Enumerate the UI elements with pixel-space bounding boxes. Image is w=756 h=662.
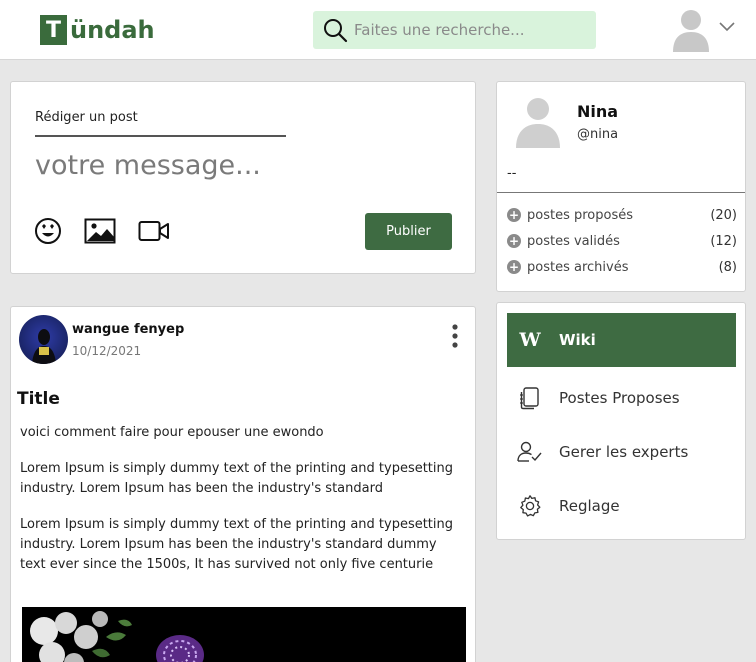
search-input[interactable] (354, 21, 584, 39)
stat-count: (8) (718, 259, 737, 275)
author-avatar[interactable] (19, 315, 68, 364)
logo-mark: T (40, 15, 67, 45)
profile-bio: -- (507, 166, 517, 181)
video-icon[interactable] (138, 219, 170, 243)
stat-count: (12) (710, 233, 737, 249)
gear-icon (517, 494, 543, 518)
top-bar: T ündah (0, 0, 756, 60)
stat-archived[interactable]: + postes archivés (8) (507, 257, 737, 277)
post-author[interactable]: wangue fenyep (72, 322, 184, 337)
more-options-icon[interactable] (452, 324, 458, 348)
emoji-icon[interactable] (34, 217, 62, 245)
stat-label: postes validés (527, 233, 620, 249)
message-input[interactable]: votre message... (35, 150, 261, 181)
plus-icon: + (507, 208, 521, 222)
compose-divider (35, 135, 286, 137)
post-paragraph: Lorem Ipsum is simply dummy text of the … (20, 517, 454, 572)
post-title: Title (17, 389, 60, 409)
publish-button[interactable]: Publier (365, 213, 452, 250)
post-paragraph: voici comment faire pour epouser une ewo… (20, 425, 324, 440)
menu-item-reglage[interactable]: Reglage (507, 479, 735, 533)
stat-count: (20) (710, 207, 737, 223)
search-bar[interactable] (313, 11, 596, 49)
logo-text: ündah (70, 16, 155, 44)
user-avatar-icon[interactable] (672, 8, 710, 52)
menu-item-label: Gerer les experts (559, 443, 689, 461)
profile-name: Nina (577, 102, 619, 121)
post-date: 10/12/2021 (72, 344, 142, 358)
stat-label: postes archivés (527, 259, 629, 275)
nav-menu: W Wiki Postes Proposes Gerer les experts (496, 302, 746, 540)
compose-card: Rédiger un post votre message... Publier (10, 81, 476, 274)
plus-icon: + (507, 234, 521, 248)
post-paragraph: Lorem Ipsum is simply dummy text of the … (20, 461, 454, 496)
menu-item-gerer-experts[interactable]: Gerer les experts (507, 425, 735, 479)
chevron-down-icon[interactable] (718, 20, 736, 32)
menu-item-label: Reglage (559, 497, 620, 515)
profile-card: Nina @nina -- + postes proposés (20) + p… (496, 81, 746, 292)
logo[interactable]: T ündah (40, 15, 155, 45)
plus-icon: + (507, 260, 521, 274)
post-card: wangue fenyep 10/12/2021 Title voici com… (10, 306, 476, 662)
image-icon[interactable] (84, 217, 116, 245)
menu-item-wiki[interactable]: W Wiki (507, 313, 736, 367)
compose-label: Rédiger un post (35, 110, 138, 125)
menu-item-label: Postes Proposes (559, 389, 680, 407)
documents-icon (517, 386, 543, 410)
profile-avatar[interactable] (513, 96, 563, 148)
menu-item-postes-proposes[interactable]: Postes Proposes (507, 371, 735, 425)
stat-validated[interactable]: + postes validés (12) (507, 231, 737, 251)
post-image[interactable] (22, 607, 466, 662)
stat-label: postes proposés (527, 207, 633, 223)
profile-divider (497, 192, 745, 193)
search-icon (324, 19, 348, 43)
user-check-icon (517, 441, 543, 463)
profile-handle: @nina (577, 127, 619, 142)
wiki-icon: W (519, 329, 541, 351)
menu-item-label: Wiki (559, 331, 596, 349)
stat-proposed[interactable]: + postes proposés (20) (507, 205, 737, 225)
